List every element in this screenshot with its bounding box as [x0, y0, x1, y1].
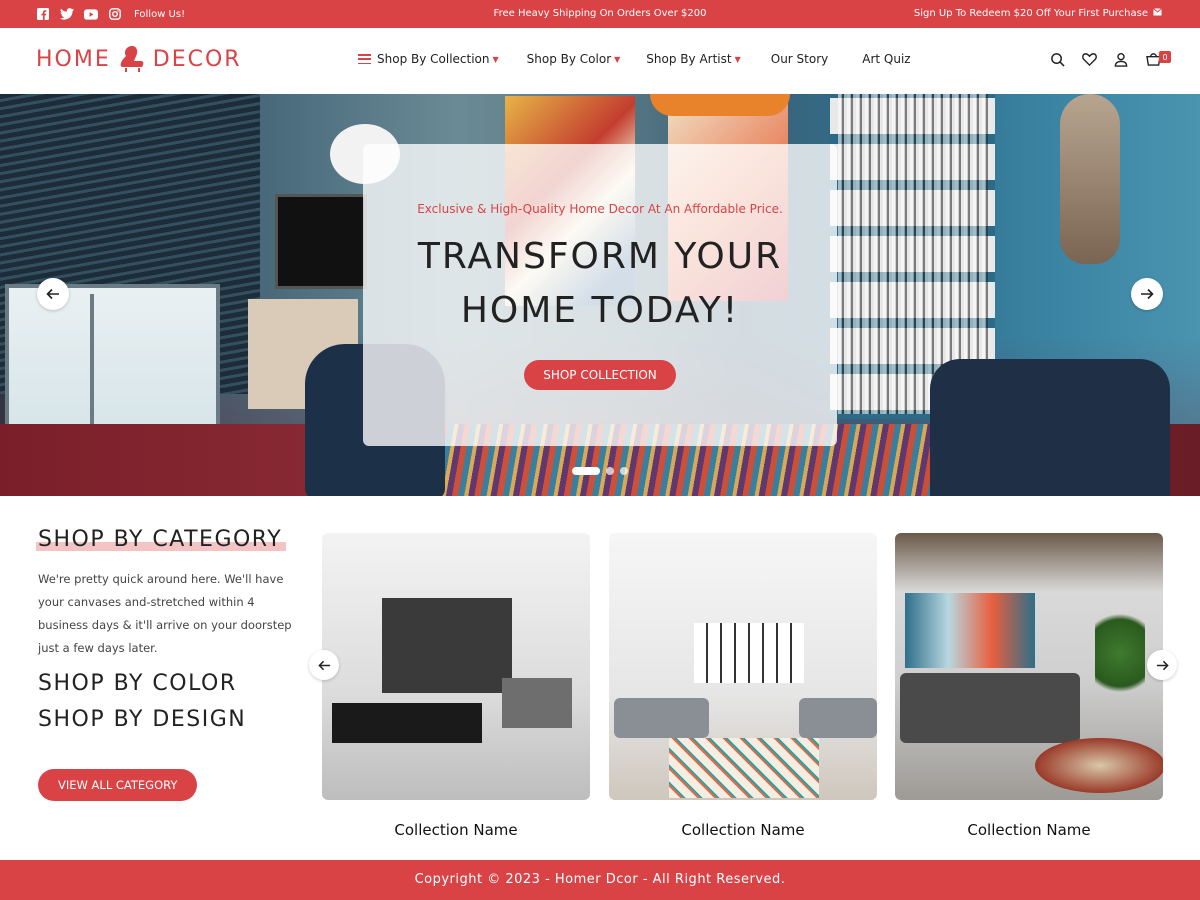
slider-dot-3[interactable] [620, 467, 628, 475]
logo-text-decor: DECOR [152, 46, 242, 72]
nav-shop-by-color[interactable]: Shop By Color ▼ [527, 52, 621, 66]
hero-prev-button[interactable] [37, 278, 69, 310]
slider-dot-1[interactable] [572, 467, 600, 475]
arrow-left-icon [46, 288, 59, 300]
menu-icon [358, 54, 371, 64]
header-actions: 0 [1050, 51, 1171, 68]
logo-text-home: HOME [36, 46, 111, 72]
arrow-right-icon [1141, 288, 1154, 300]
collection-name[interactable]: Collection Name [322, 821, 590, 839]
nav-label: Shop By Color [526, 52, 612, 66]
nav-our-story[interactable]: Our Story [771, 52, 829, 66]
nav-shop-by-collection[interactable]: Shop By Collection ▼ [358, 52, 499, 66]
collection-card-image[interactable] [609, 533, 877, 800]
nav-label: Art Quiz [862, 52, 911, 66]
mail-icon [1153, 8, 1162, 19]
shop-by-color-link[interactable]: SHOP BY COLOR [38, 671, 237, 696]
hero-headline: TRANSFORM YOUR HOME TODAY! [363, 230, 837, 338]
hero-headline-line1: TRANSFORM YOUR [417, 236, 783, 277]
logo[interactable]: HOME DECOR [36, 44, 242, 74]
user-icon[interactable] [1114, 52, 1130, 68]
cart-count-badge: 0 [1159, 51, 1171, 63]
carousel-next-button[interactable] [1147, 650, 1177, 680]
view-all-category-button[interactable]: VIEW ALL CATEGORY [38, 769, 198, 801]
hero-slider: Exclusive & High-Quality Home Decor At A… [0, 94, 1200, 496]
search-icon[interactable] [1050, 52, 1066, 68]
nav-art-quiz[interactable]: Art Quiz [862, 52, 910, 66]
hero-next-button[interactable] [1131, 278, 1163, 310]
category-section: SHOP BY CATEGORY We're pretty quick arou… [0, 496, 1200, 860]
collection-card-image[interactable] [895, 533, 1163, 800]
redeem-text: Sign Up To Redeem $20 Off Your First Pur… [913, 8, 1148, 19]
top-bar: Follow Us! Free Heavy Shipping On Orders… [0, 0, 1200, 28]
collection-name[interactable]: Collection Name [895, 821, 1163, 839]
cart-icon[interactable]: 0 [1146, 51, 1171, 68]
hero-card: Exclusive & High-Quality Home Decor At A… [363, 144, 837, 446]
collection-card-image[interactable] [322, 533, 590, 800]
shop-collection-button[interactable]: SHOP COLLECTION [524, 360, 676, 390]
hero-kicker: Exclusive & High-Quality Home Decor At A… [417, 202, 783, 216]
site-header: HOME DECOR Shop By Collection ▼ Shop By … [0, 28, 1200, 94]
nav-shop-by-artist[interactable]: Shop By Artist ▼ [646, 52, 740, 66]
chevron-down-icon: ▼ [614, 54, 621, 64]
slider-dots [572, 467, 628, 475]
chevron-down-icon: ▼ [734, 54, 741, 64]
chevron-down-icon: ▼ [492, 54, 499, 64]
chair-logo-icon [117, 44, 147, 74]
nav-label: Our Story [770, 52, 829, 66]
arrow-left-icon [317, 660, 330, 670]
arrow-right-icon [1156, 660, 1169, 670]
carousel-prev-button[interactable] [309, 650, 339, 680]
hero-headline-line2: HOME TODAY! [460, 290, 740, 331]
footer-copyright: Copyright © 2023 - Homer Dcor - All Righ… [0, 860, 1200, 900]
redeem-link[interactable]: Sign Up To Redeem $20 Off Your First Pur… [914, 8, 1162, 19]
slider-dot-2[interactable] [606, 467, 614, 475]
section-description: We're pretty quick around here. We'll ha… [38, 572, 292, 655]
main-nav: Shop By Collection ▼ Shop By Color ▼ Sho… [358, 52, 937, 66]
shop-by-design-link[interactable]: SHOP BY DESIGN [38, 707, 246, 732]
collection-name[interactable]: Collection Name [609, 821, 877, 839]
section-title: SHOP BY CATEGORY [36, 527, 286, 552]
heart-icon[interactable] [1082, 52, 1098, 68]
nav-label: Shop By Artist [646, 52, 732, 66]
nav-label: Shop By Collection [377, 52, 490, 66]
